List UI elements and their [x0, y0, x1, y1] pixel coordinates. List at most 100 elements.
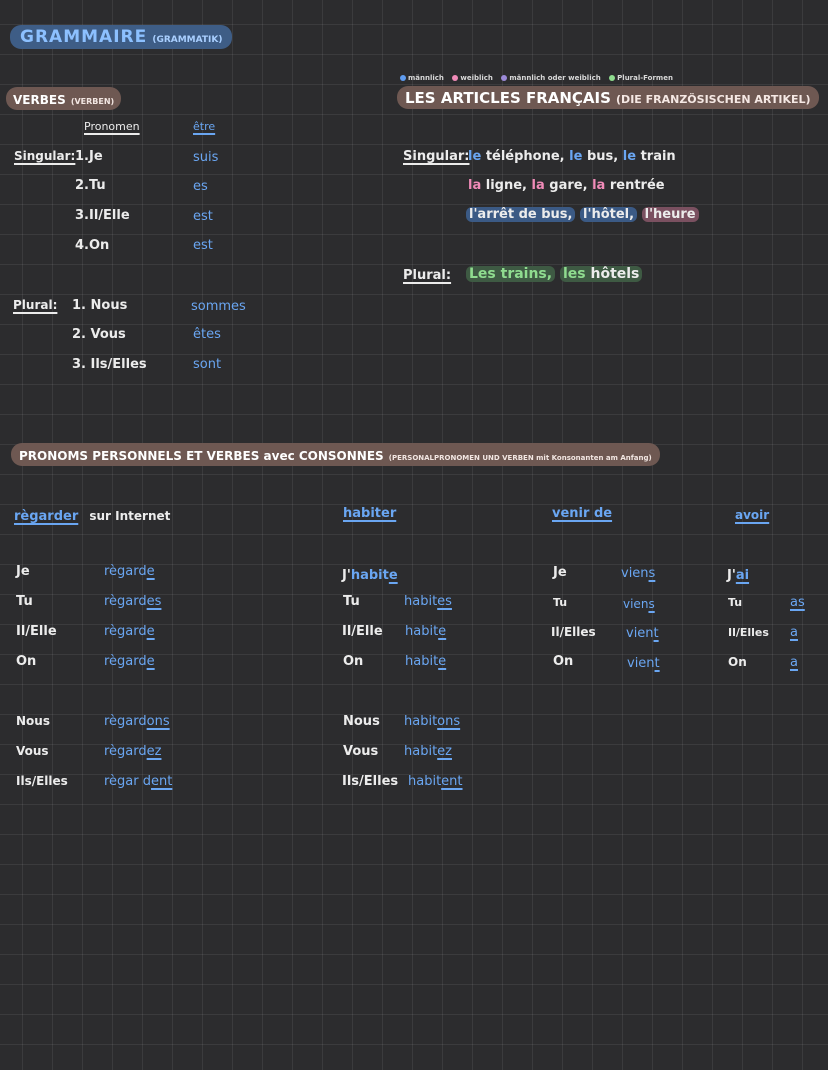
- pronoun-cell: 1.Je: [75, 149, 103, 164]
- pronoun-cell: Tu: [16, 594, 33, 609]
- plural-les: Les trains,: [469, 266, 553, 282]
- noun: téléphone,: [485, 149, 565, 164]
- pronoun-cell: 3.Il/Elle: [75, 208, 130, 223]
- articles-heading: LES ARTICLES FRANÇAIS (DIE FRANZÖSISCHEN…: [397, 86, 819, 109]
- verb-cell: règarde: [104, 654, 155, 669]
- articles-plural-label: Plural:: [403, 268, 452, 283]
- article-la: la: [468, 178, 482, 193]
- pronoun-cell: Il/Elle: [342, 624, 383, 639]
- verb-cell: a: [790, 655, 798, 670]
- verb-cell: règardes: [104, 594, 162, 609]
- pronoun-cell: 2.Tu: [75, 178, 106, 193]
- verbes-plural-label: Plural:: [13, 298, 58, 312]
- pronoms-title: PRONOMS PERSONNELS ET VERBES avec CONSON…: [19, 449, 384, 463]
- color-legend: männlich weiblich männlich oder weiblich…: [400, 74, 673, 82]
- article-le: le: [569, 149, 583, 164]
- plural-noun: hôtels: [590, 266, 640, 282]
- verbes-subtitle: (VERBEN): [70, 97, 115, 106]
- avoir-title: avoir: [735, 508, 770, 522]
- pronoun-cell: On: [728, 655, 747, 669]
- article-l-heure: l'heure: [641, 207, 699, 222]
- page-subtitle: (GRAMMATIK): [152, 35, 223, 45]
- venir-title: venir de: [552, 506, 613, 521]
- pronoun-cell: Nous: [343, 714, 380, 729]
- plural-les: les: [562, 266, 586, 282]
- verb-cell: J'habite: [342, 568, 398, 583]
- page-title-text: GRAMMAIRE: [20, 27, 148, 47]
- pronoun-cell: Il/Elles: [551, 625, 596, 639]
- article-le: le: [468, 149, 482, 164]
- pronoun-cell: Je: [16, 564, 30, 579]
- legend-label: Plural-Formen: [617, 74, 673, 82]
- verb-cell: as: [790, 595, 805, 610]
- pronoun-cell: Je: [553, 565, 567, 580]
- pronoun-cell: On: [16, 654, 37, 669]
- verb-cell: vient: [627, 656, 660, 671]
- pronoun-cell: Tu: [553, 596, 568, 609]
- pronoun-cell: 3. Ils/Elles: [72, 357, 147, 372]
- verb-cell: habite: [405, 654, 447, 669]
- verb-cell: habite: [405, 624, 447, 639]
- etre-cell: suis: [193, 150, 219, 165]
- pronoun-cell: 2. Vous: [72, 327, 126, 342]
- plural-les-hotels: les hôtels: [559, 266, 643, 282]
- verbes-title: VERBES: [13, 93, 66, 107]
- etre-cell: est: [193, 209, 213, 224]
- verb-cell: habitons: [404, 714, 461, 729]
- legend-label: weiblich: [460, 74, 493, 82]
- legend-label: männlich: [408, 74, 444, 82]
- verb-cell: J'ai: [727, 568, 750, 583]
- articles-plural-line: Les trains, les hôtels: [466, 266, 643, 282]
- legend-dot-blue: [400, 75, 406, 81]
- verb-cell: habitez: [404, 744, 452, 759]
- verb-cell: a: [790, 625, 798, 640]
- plural-les-trains: Les trains,: [466, 266, 556, 282]
- pronoun-cell: On: [553, 654, 574, 669]
- legend-dot-pink: [452, 75, 459, 81]
- page-title: GRAMMAIRE (GRAMMATIK): [10, 25, 233, 49]
- pronoun-cell: 4.On: [75, 238, 110, 253]
- etre-cell: sommes: [191, 299, 246, 314]
- verb-cell: règarde: [104, 564, 155, 579]
- articles-line-3: l'arrêt de bus, l'hôtel, l'heure: [466, 207, 699, 222]
- article-le: le: [622, 149, 637, 164]
- etre-cell: sont: [193, 357, 222, 372]
- verb-cell: viens: [621, 566, 656, 581]
- verb-cell: règardons: [104, 714, 170, 729]
- etre-cell: êtes: [193, 327, 221, 342]
- etre-cell: est: [193, 238, 213, 253]
- noun: gare,: [549, 178, 588, 193]
- article-la: la: [531, 178, 545, 193]
- articles-line-1: le téléphone, le bus, le train: [468, 149, 676, 164]
- articles-subtitle: (DIE FRANZÖSISCHEN ARTIKEL): [616, 93, 811, 106]
- noun: bus,: [586, 149, 619, 164]
- verb-cell: règardez: [104, 744, 162, 759]
- verb-cell: habitent: [408, 774, 463, 789]
- pronoun-cell: Vous: [343, 744, 379, 759]
- habiter-title: habiter: [343, 506, 397, 521]
- col-etre: être: [193, 120, 216, 133]
- article-la: la: [592, 178, 606, 193]
- verbes-heading: VERBES (VERBEN): [6, 87, 122, 110]
- noun: rentrée: [609, 178, 665, 193]
- pronoun-cell: Nous: [16, 714, 50, 728]
- pronoun-cell: Ils/Elles: [16, 774, 68, 788]
- article-l-arret: l'arrêt de bus,: [466, 207, 576, 222]
- regarder-suffix: sur Internet: [89, 509, 171, 523]
- pronoms-heading: PRONOMS PERSONNELS ET VERBES avec CONSON…: [11, 443, 660, 466]
- pronoun-cell: Ils/Elles: [342, 774, 399, 789]
- articles-singular-label: Singular:: [403, 149, 470, 164]
- pronoms-subtitle: (PERSONALPRONOMEN UND VERBEN mit Konsona…: [388, 454, 652, 462]
- pronoun-cell: Il/Elles: [728, 626, 769, 639]
- pronoun-cell: On: [343, 654, 364, 669]
- verb-cell: habites: [404, 594, 452, 609]
- pronoun-cell: 1. Nous: [72, 298, 128, 313]
- noun: ligne,: [485, 178, 527, 193]
- verbes-singular-label: Singular:: [14, 149, 76, 163]
- legend-dot-green: [609, 75, 616, 81]
- pronoun-cell: Tu: [728, 596, 743, 609]
- legend-dot-purple: [501, 75, 508, 81]
- articles-line-2: la ligne, la gare, la rentrée: [468, 178, 665, 193]
- noun: train: [640, 149, 676, 164]
- col-pronomen: Pronomen: [84, 120, 140, 133]
